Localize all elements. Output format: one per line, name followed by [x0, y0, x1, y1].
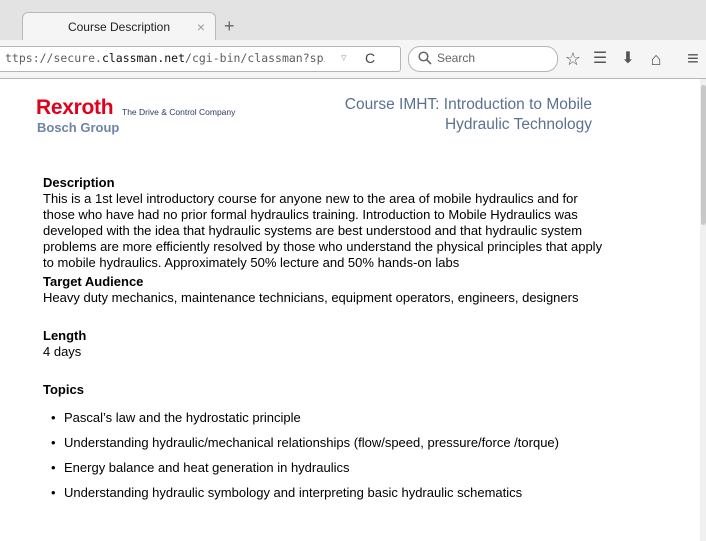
scrollbar[interactable]: [700, 79, 706, 541]
url-text[interactable]: ttps://secure.classman.net/cgi-bin/class…: [5, 47, 325, 70]
audience-text: Heavy duty mechanics, maintenance techni…: [43, 290, 579, 305]
course-content: Description This is a 1st level introduc…: [43, 175, 603, 510]
tab-course-description[interactable]: Course Description ×: [22, 12, 216, 42]
download-icon[interactable]: ⬇: [619, 50, 637, 68]
search-placeholder: Search: [437, 51, 476, 65]
company-tagline: The Drive & Control Company: [122, 107, 236, 117]
reload-icon[interactable]: C: [365, 50, 375, 66]
length-text: 4 days: [43, 344, 82, 359]
search-input[interactable]: Search: [408, 46, 558, 72]
scrollbar-thumb[interactable]: [701, 85, 706, 225]
reading-list-icon[interactable]: ☰: [591, 50, 609, 68]
tab-title: Course Description: [67, 20, 171, 34]
home-icon[interactable]: ⌂: [647, 50, 665, 68]
list-item: • Energy balance and heat generation in h…: [51, 460, 350, 475]
page-title: Course IMHT: Introduction to Mobile Hydr…: [344, 96, 592, 133]
description-heading: Description: [43, 175, 115, 190]
new-tab-icon[interactable]: +: [224, 17, 235, 35]
list-item: • Understanding hydraulic symbology and i…: [51, 485, 523, 500]
description-text: This is a 1st level introductory course …: [43, 191, 603, 270]
length-heading: Length: [43, 328, 87, 343]
search-icon: [418, 51, 432, 65]
logo-rexroth: Rexroth: [36, 96, 114, 119]
tab-strip: Course Description × +: [0, 0, 706, 42]
audience-heading: Target Audience: [43, 274, 144, 289]
url-bar[interactable]: ttps://secure.classman.net/cgi-bin/class…: [0, 46, 401, 72]
logo-bosch-group: Bosch Group: [37, 120, 120, 135]
url-dropdown-icon[interactable]: ▿: [341, 51, 347, 64]
list-item: • Pascal’s law and the hydrostatic princi…: [51, 410, 301, 425]
bookmark-star-icon[interactable]: ☆: [564, 50, 582, 68]
close-icon[interactable]: ×: [197, 20, 205, 34]
list-item: • Understanding hydraulic/mechanical rela…: [51, 435, 559, 450]
topics-list: • Pascal’s law and the hydrostatic princi…: [43, 410, 603, 501]
nav-bar: ttps://secure.classman.net/cgi-bin/class…: [0, 40, 706, 79]
page-viewport: Rexroth Bosch Group The Drive & Control …: [0, 79, 706, 541]
topics-heading: Topics: [43, 382, 84, 397]
menu-icon[interactable]: ≡: [684, 49, 702, 69]
